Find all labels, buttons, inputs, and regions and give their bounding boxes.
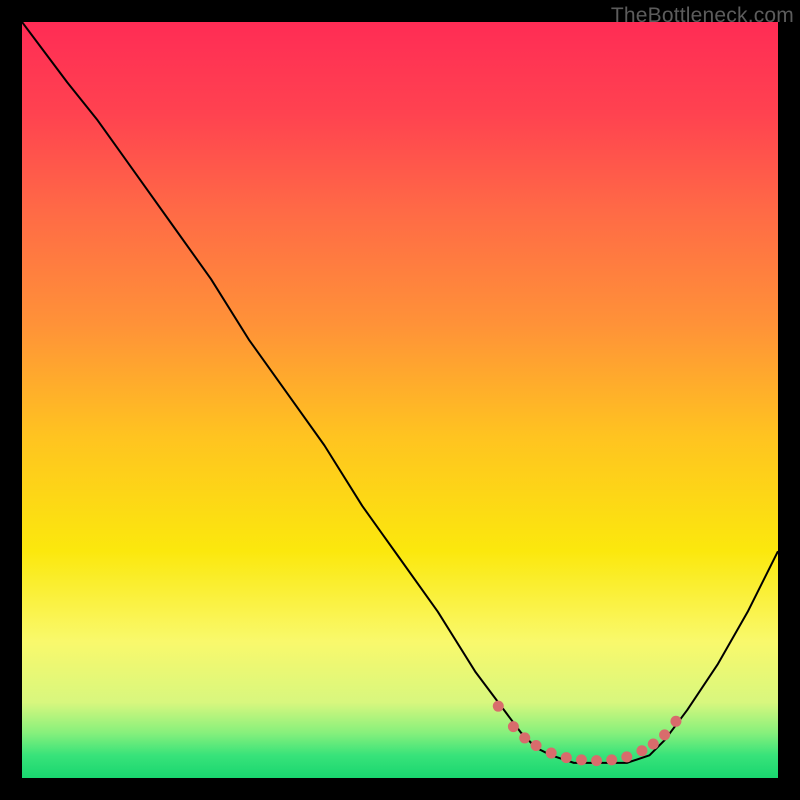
highlight-dots (561, 752, 572, 763)
highlight-dots (508, 721, 519, 732)
chart-svg (22, 22, 778, 778)
highlight-dots (659, 729, 670, 740)
plot-area (22, 22, 778, 778)
highlight-dots (576, 754, 587, 765)
gradient-background (22, 22, 778, 778)
chart-container: TheBottleneck.com (0, 0, 800, 800)
highlight-dots (519, 732, 530, 743)
highlight-dots (606, 754, 617, 765)
highlight-dots (636, 745, 647, 756)
highlight-dots (621, 751, 632, 762)
highlight-dots (531, 740, 542, 751)
highlight-dots (591, 755, 602, 766)
highlight-dots (648, 738, 659, 749)
highlight-dots (546, 748, 557, 759)
highlight-dots (493, 701, 504, 712)
highlight-dots (670, 716, 681, 727)
